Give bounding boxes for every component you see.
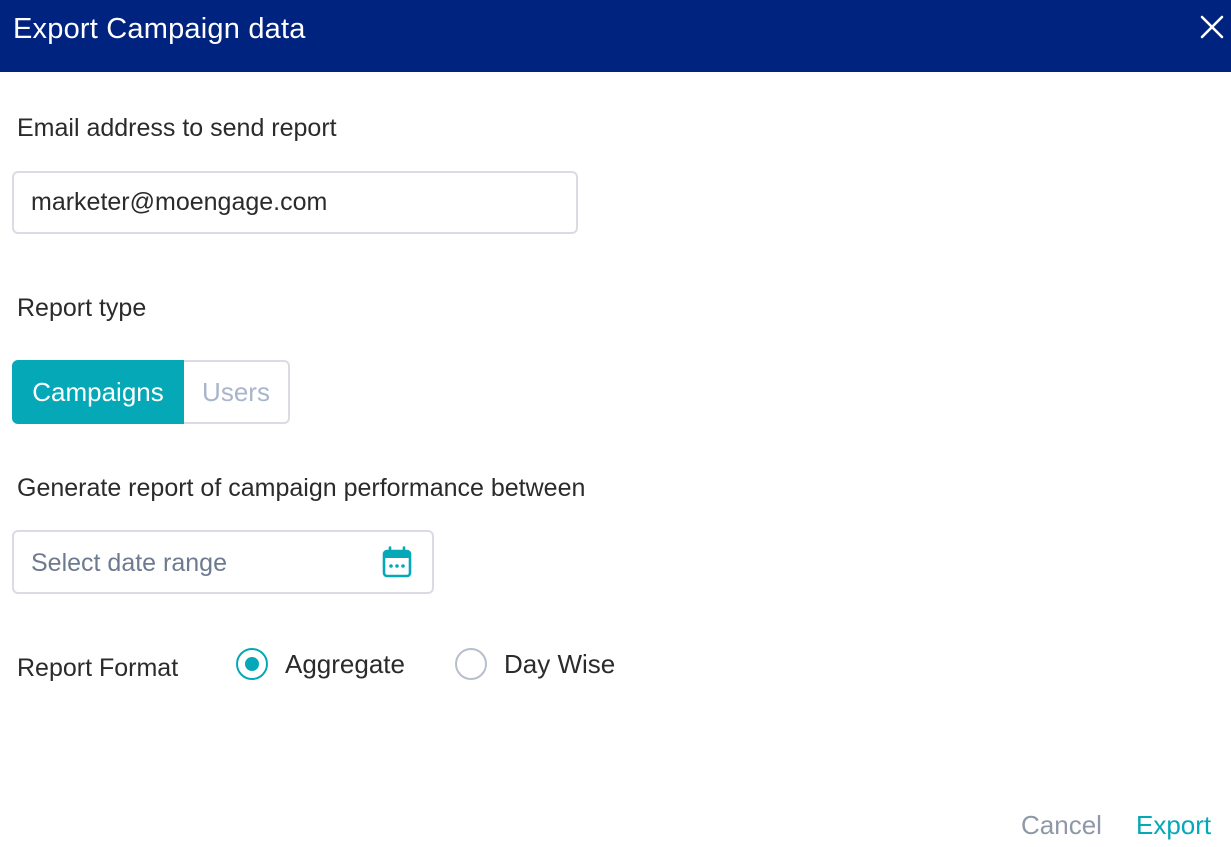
radio-day-wise[interactable]: Day Wise bbox=[455, 647, 615, 681]
radio-day-wise-circle[interactable] bbox=[455, 648, 487, 680]
date-range-label: Generate report of campaign performance … bbox=[17, 474, 586, 502]
report-type-users[interactable]: Users bbox=[184, 360, 290, 424]
calendar-icon[interactable] bbox=[382, 546, 412, 578]
export-campaign-dialog: Export Campaign data Email address to se… bbox=[0, 0, 1231, 847]
export-button[interactable]: Export bbox=[1136, 809, 1211, 841]
radio-aggregate-label: Aggregate bbox=[285, 649, 405, 679]
date-range-picker[interactable]: Select date range bbox=[12, 530, 434, 594]
date-range-placeholder: Select date range bbox=[31, 549, 227, 577]
radio-day-wise-label: Day Wise bbox=[504, 649, 616, 679]
email-label: Email address to send report bbox=[17, 114, 337, 142]
dialog-header: Export Campaign data bbox=[0, 0, 1231, 72]
dialog-title: Export Campaign data bbox=[13, 13, 306, 45]
email-input[interactable] bbox=[12, 171, 578, 234]
cancel-button[interactable]: Cancel bbox=[1021, 809, 1102, 841]
report-format-label: Report Format bbox=[17, 654, 179, 682]
report-type-campaigns[interactable]: Campaigns bbox=[12, 360, 184, 424]
report-type-toggle: Campaigns Users bbox=[12, 360, 290, 424]
close-icon[interactable] bbox=[1199, 14, 1225, 40]
report-type-label: Report type bbox=[17, 294, 147, 322]
radio-aggregate-circle[interactable] bbox=[236, 648, 268, 680]
radio-aggregate[interactable]: Aggregate bbox=[236, 647, 405, 681]
